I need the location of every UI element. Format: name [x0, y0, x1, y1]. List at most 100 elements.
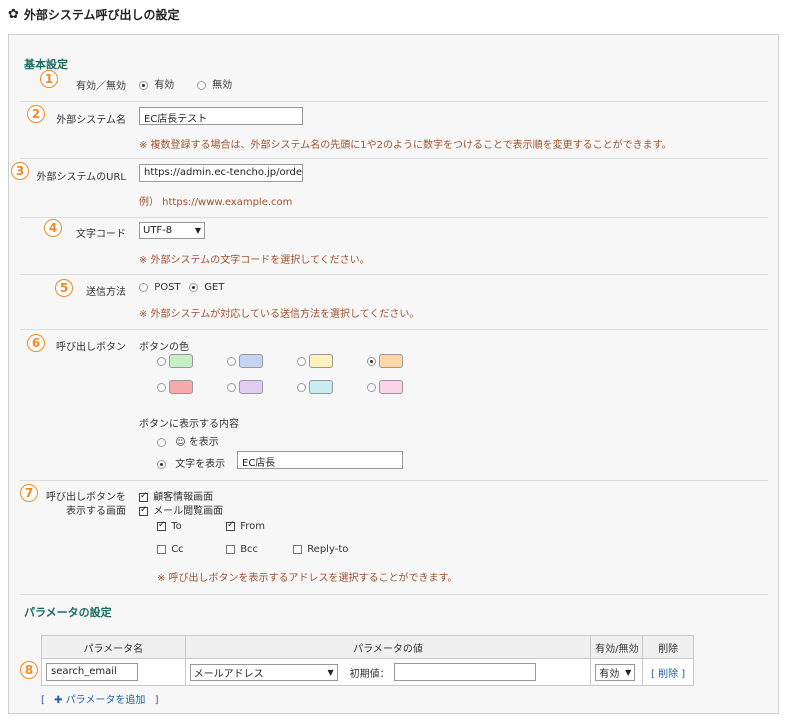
param-value-select[interactable]: メールアドレス ▼ — [189, 663, 338, 681]
color-option-red[interactable] — [157, 380, 194, 394]
color-radio[interactable] — [227, 382, 236, 392]
color-swatch — [169, 354, 194, 368]
button-color-title: ボタンの色 — [139, 342, 189, 353]
color-radio[interactable] — [297, 382, 306, 392]
display-label-line1: 呼び出しボタンを — [46, 492, 126, 503]
method-post-radio[interactable] — [139, 282, 148, 292]
plus-icon: ✚ — [54, 695, 63, 706]
divider — [20, 480, 768, 481]
method-option-get[interactable]: GET — [189, 282, 224, 293]
system-url-label: 外部システムのURL — [36, 172, 126, 183]
step-badge-7: 7 — [20, 484, 38, 502]
addr-from[interactable]: From — [226, 520, 265, 532]
param-delete-link[interactable]: [ 削除 ] — [651, 669, 685, 680]
initial-value-input[interactable] — [393, 663, 536, 681]
addr-reply-to[interactable]: Reply-to — [293, 544, 348, 555]
screen-mail-checkbox[interactable] — [139, 505, 148, 516]
enable-off-radio[interactable] — [197, 80, 206, 90]
enable-label: 有効／無効 — [76, 81, 126, 92]
color-radio[interactable] — [367, 382, 376, 392]
addr-reply-to-checkbox[interactable] — [293, 544, 302, 554]
step-badge-2: 2 — [27, 105, 45, 123]
content-option-icon[interactable]: ☺ を表示 — [157, 433, 219, 448]
screen-customer[interactable]: 顧客情報画面 — [139, 488, 213, 503]
add-param-row[interactable]: [ ✚ パラメータを追加 ] — [41, 691, 158, 706]
addr-to[interactable]: To — [157, 520, 182, 532]
header-delete: 削除 — [642, 635, 694, 659]
color-option-cyan[interactable] — [297, 380, 334, 394]
color-option-blue[interactable] — [227, 354, 264, 368]
addr-from-checkbox[interactable] — [226, 520, 235, 531]
enable-off-text: 無効 — [212, 80, 233, 91]
add-param-link[interactable]: パラメータを追加 — [66, 695, 146, 706]
chevron-down-icon: ▼ — [194, 226, 201, 235]
param-enabled-text: 有効 — [599, 668, 620, 680]
charset-select[interactable]: UTF-8 ▼ — [139, 222, 205, 239]
enable-on-text: 有効 — [154, 80, 175, 91]
color-radio[interactable] — [157, 382, 166, 392]
page-title: ✿ 外部システム呼び出しの設定 — [8, 6, 180, 23]
system-url-input[interactable]: https://admin.ec-tencho.jp/order — [139, 164, 303, 182]
param-name-input[interactable]: search_email — [46, 663, 138, 681]
content-text-text: 文字を表示 — [175, 459, 226, 470]
param-value-cell: メールアドレス ▼ 初期値： — [184, 658, 592, 686]
color-swatch — [379, 380, 404, 394]
color-option-yellow[interactable] — [297, 354, 334, 368]
addr-reply-to-text: Reply-to — [307, 544, 349, 555]
enable-option-on[interactable]: 有効 — [139, 76, 174, 91]
color-option-pink[interactable] — [367, 380, 404, 394]
content-text-radio[interactable] — [157, 459, 166, 469]
param-name-cell: search_email — [41, 658, 186, 686]
color-radio[interactable] — [157, 356, 166, 366]
color-radio[interactable] — [227, 356, 236, 366]
system-name-input[interactable]: EC店長テスト — [139, 107, 303, 125]
params-title: パラメータの設定 — [24, 606, 112, 619]
addr-to-text: To — [171, 521, 182, 532]
page-title-text: 外部システム呼び出しの設定 — [23, 8, 180, 22]
step-badge-3: 3 — [11, 162, 29, 180]
step-badge-8: 8 — [20, 661, 38, 679]
addr-to-checkbox[interactable] — [157, 520, 166, 531]
addr-cc-checkbox[interactable] — [157, 544, 166, 554]
step-badge-6: 6 — [27, 334, 45, 352]
color-radio[interactable] — [297, 356, 306, 366]
display-label-line2: 表示する画面 — [66, 506, 126, 517]
divider — [20, 594, 768, 595]
color-option-green[interactable] — [157, 354, 194, 368]
color-option-orange[interactable] — [367, 354, 404, 368]
addr-cc[interactable]: Cc — [157, 544, 184, 555]
step-badge-4: 4 — [44, 219, 62, 237]
button-label: 呼び出しボタン — [56, 342, 126, 353]
method-label: 送信方法 — [86, 287, 126, 298]
addr-from-text: From — [240, 521, 265, 532]
charset-label: 文字コード — [76, 229, 126, 240]
color-option-purple[interactable] — [227, 380, 264, 394]
method-post-text: POST — [154, 282, 181, 293]
addr-bcc-checkbox[interactable] — [226, 544, 235, 554]
color-radio[interactable] — [367, 356, 376, 366]
screen-mail[interactable]: メール閲覧画面 — [139, 502, 223, 517]
param-enabled-select[interactable]: 有効 ▼ — [595, 663, 636, 681]
system-name-label: 外部システム名 — [56, 115, 126, 126]
content-icon-radio[interactable] — [157, 437, 166, 447]
color-swatch — [309, 380, 334, 394]
table-row: search_email メールアドレス ▼ 初期値： 有効 ▼ [ 削除 ] — [41, 658, 694, 686]
system-name-note: ※ 複数登録する場合は、外部システム名の先頭に1や2のように数字をつけることで表… — [139, 140, 672, 151]
addr-bcc[interactable]: Bcc — [226, 544, 258, 555]
method-get-radio[interactable] — [189, 282, 198, 292]
gear-icon: ✿ — [8, 7, 19, 22]
chevron-down-icon: ▼ — [625, 667, 632, 677]
addr-cc-text: Cc — [171, 544, 184, 555]
divider — [20, 217, 768, 218]
method-option-post[interactable]: POST — [139, 282, 181, 293]
color-swatch — [239, 354, 264, 368]
content-option-text[interactable]: 文字を表示 — [157, 455, 225, 470]
enable-option-off[interactable]: 無効 — [197, 76, 232, 91]
screen-customer-checkbox[interactable] — [139, 491, 148, 502]
header-param-name: パラメータ名 — [41, 635, 186, 659]
param-value-text: メールアドレス — [193, 668, 264, 680]
color-swatch — [309, 354, 334, 368]
enable-on-radio[interactable] — [139, 80, 148, 90]
divider — [20, 158, 768, 159]
button-text-input[interactable]: EC店長 — [237, 451, 403, 469]
